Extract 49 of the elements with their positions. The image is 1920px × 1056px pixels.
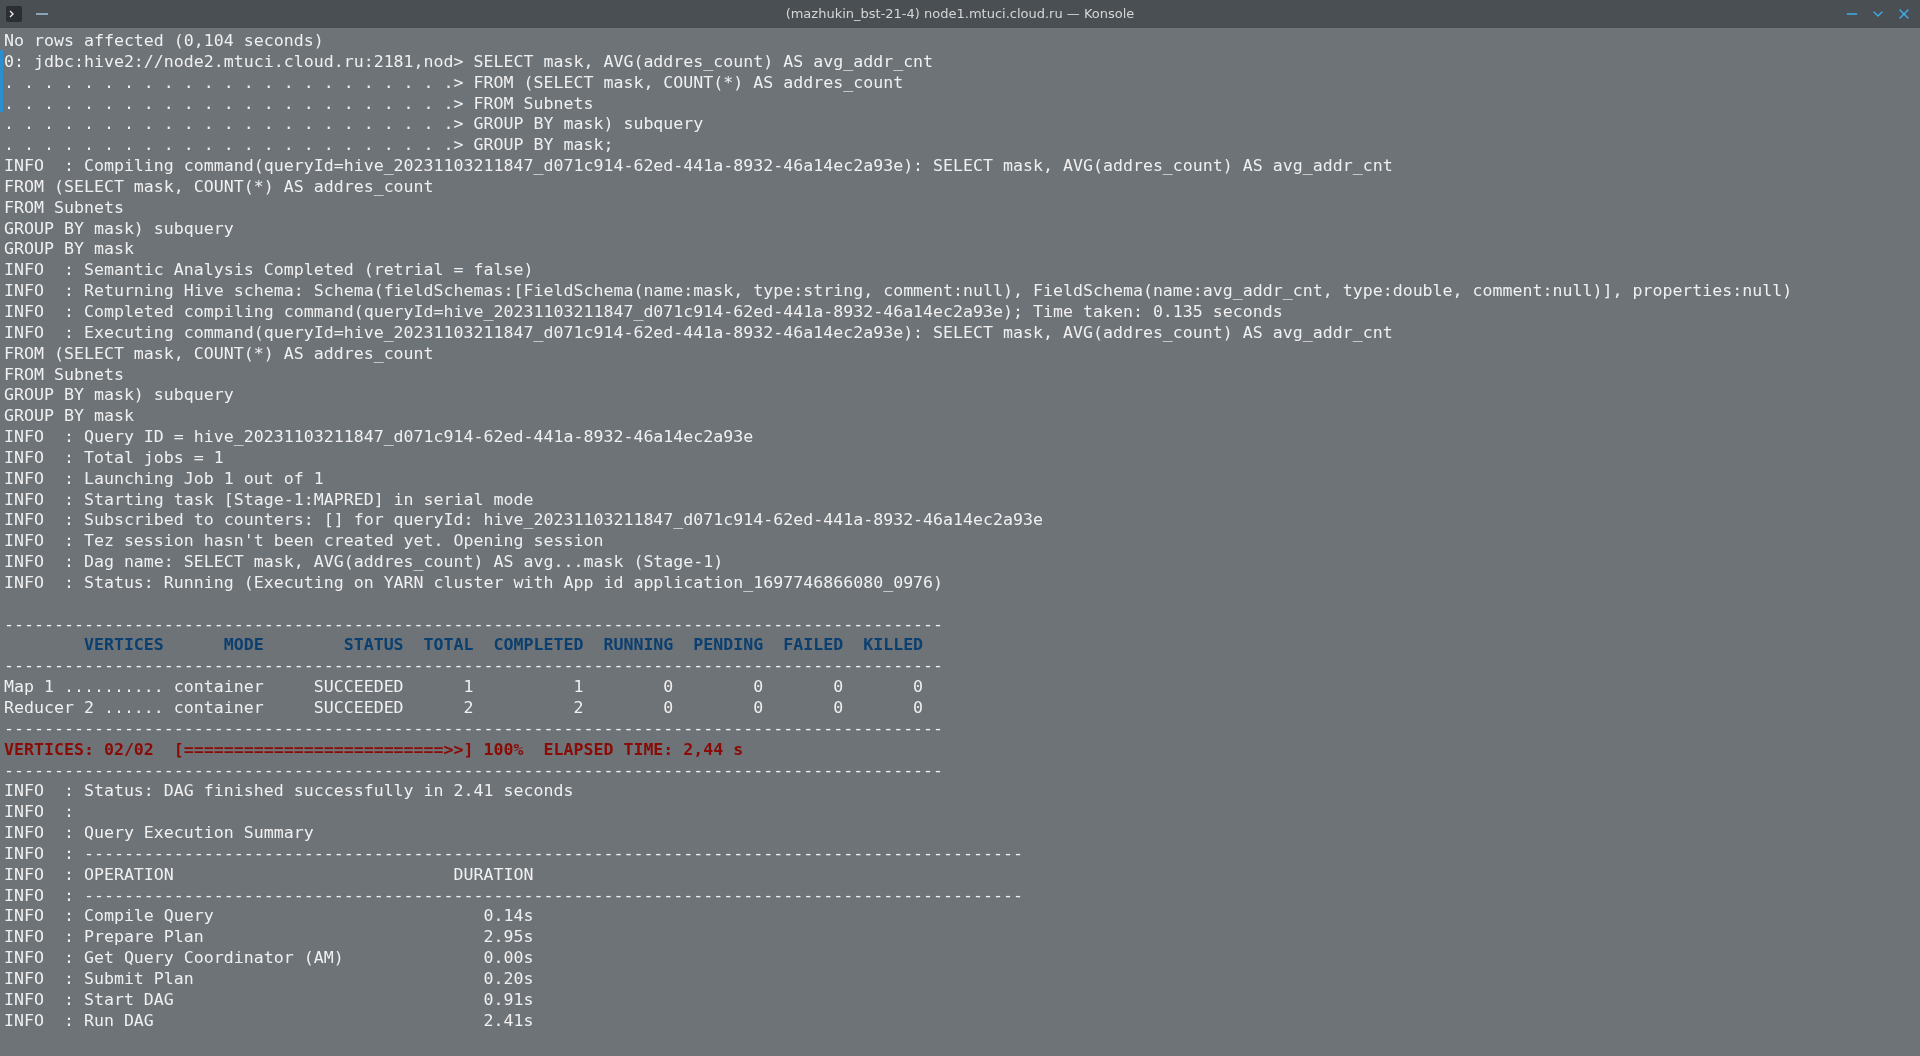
terminal-line: INFO : Submit Plan 0.20s — [4, 968, 534, 988]
terminal-line: INFO : Compile Query 0.14s — [4, 906, 534, 926]
terminal-line: . . . . . . . . . . . . . . . . . . . . . . .> FROM (SELECT mask, COUNT(*) AS addres_count — [4, 72, 904, 92]
terminal-line: GROUP BY mask — [4, 406, 134, 426]
terminal-line: No rows affected (0,104 seconds) — [4, 31, 324, 50]
terminal-line: FROM (SELECT mask, COUNT(*) AS addres_count — [4, 176, 434, 196]
terminal-line: INFO : Executing command(queryId=hive_20231103211847_d071c914-62ed-441a-8932-46a14ec2a93e): SELECT mask, AVG(addres_count) AS avg_addr_cnt — [4, 322, 1393, 342]
terminal-line: . . . . . . . . . . . . . . . . . . . . . . .> GROUP BY mask; — [4, 135, 614, 155]
terminal-line: INFO : Status: DAG finished successfully in 2.41 seconds — [4, 781, 574, 801]
terminal-line: INFO : Start DAG 0.91s — [4, 989, 534, 1009]
terminal-line: INFO : Subscribed to counters: [] for queryId: hive_20231103211847_d071c914-62ed-441a-8932-46a14ec2a93e — [4, 510, 1043, 530]
terminal-line: Map 1 .......... container SUCCEEDED 1 1 0 0 0 0 — [4, 677, 924, 697]
terminal-line: . . . . . . . . . . . . . . . . . . . . . . .> FROM Subnets — [4, 93, 594, 113]
terminal-line: ---------------------------------------------------------------------------------------------- — [4, 614, 944, 634]
terminal-line: GROUP BY mask) subquery — [4, 385, 234, 405]
terminal-line: INFO : Total jobs = 1 — [4, 447, 224, 467]
terminal-line: INFO : Get Query Coordinator (AM) 0.00s — [4, 948, 534, 968]
terminal-line: INFO : Status: Running (Executing on YARN cluster with App id application_1697746866080_0976) — [4, 572, 944, 592]
terminal-line: GROUP BY mask) subquery — [4, 218, 234, 238]
terminal-line: FROM Subnets — [4, 197, 124, 217]
terminal-line: INFO : Compiling command(queryId=hive_20231103211847_d071c914-62ed-441a-8932-46a14ec2a93e): SELECT mask, AVG(addres_count) AS avg_addr_cnt — [4, 156, 1393, 176]
terminal-line: . . . . . . . . . . . . . . . . . . . . . . .> GROUP BY mask) subquery — [4, 114, 704, 134]
terminal-line: INFO : Returning Hive schema: Schema(fieldSchemas:[FieldSchema(name:mask, type:string, comment:null), FieldSchema(name:avg_addr_cnt, type:double, comment:null)], properties:null) — [4, 281, 1793, 301]
terminal-line: FROM (SELECT mask, COUNT(*) AS addres_count — [4, 343, 434, 363]
terminal-line: FROM Subnets — [4, 364, 124, 384]
progress-line: VERTICES: 02/02 [==========================>>] 100% ELAPSED TIME: 2,44 s — [4, 739, 744, 759]
terminal-line: INFO : Launching Job 1 out of 1 — [4, 468, 324, 488]
terminal-line: INFO : Dag name: SELECT mask, AVG(addres_count) AS avg...mask (Stage-1) — [4, 552, 724, 572]
terminal-line: INFO : Run DAG 2.41s — [4, 1010, 534, 1030]
terminal-line: INFO : ---------------------------------------------------------------------------------------------- — [4, 843, 1023, 863]
terminal-line: INFO : Completed compiling command(queryId=hive_20231103211847_d071c914-62ed-441a-8932-46a14ec2a93e); Time taken: 0.135 seconds — [4, 301, 1283, 321]
terminal-line: INFO : ---------------------------------------------------------------------------------------------- — [4, 885, 1023, 905]
window-title: (mazhukin_bst-21-4) node1.mtuci.cloud.ru — Konsole — [785, 5, 1135, 24]
terminal-line: INFO : Tez session hasn't been created yet. Opening session — [4, 531, 604, 551]
terminal-line: INFO : Prepare Plan 2.95s — [4, 927, 534, 947]
terminal-line: INFO : — [4, 802, 74, 822]
terminal-icon[interactable] — [6, 6, 22, 22]
terminal-line: INFO : Semantic Analysis Completed (retrial = false) — [4, 260, 534, 280]
terminal-line: ---------------------------------------------------------------------------------------------- — [4, 760, 944, 780]
terminal-line: INFO : Query Execution Summary — [4, 823, 314, 843]
terminal-line: INFO : Query ID = hive_20231103211847_d071c914-62ed-441a-8932-46a14ec2a93e — [4, 427, 754, 447]
terminal-line: INFO : Starting task [Stage-1:MAPRED] in serial mode — [4, 489, 534, 509]
terminal-line: INFO : OPERATION DURATION — [4, 864, 534, 884]
terminal-line: 0: jdbc:hive2://node2.mtuci.cloud.ru:2181,nod> SELECT mask, AVG(addres_count) AS avg_addr_cnt — [4, 51, 934, 71]
terminal-line: ---------------------------------------------------------------------------------------------- — [4, 718, 944, 738]
table-header-line: VERTICES MODE STATUS TOTAL COMPLETED RUNNING PENDING FAILED KILLED — [82, 635, 924, 655]
terminal-line: ---------------------------------------------------------------------------------------------- — [4, 656, 944, 676]
terminal-line: Reducer 2 ...... container SUCCEEDED 2 2 0 0 0 0 — [4, 698, 924, 717]
terminal-line: GROUP BY mask — [4, 239, 134, 259]
